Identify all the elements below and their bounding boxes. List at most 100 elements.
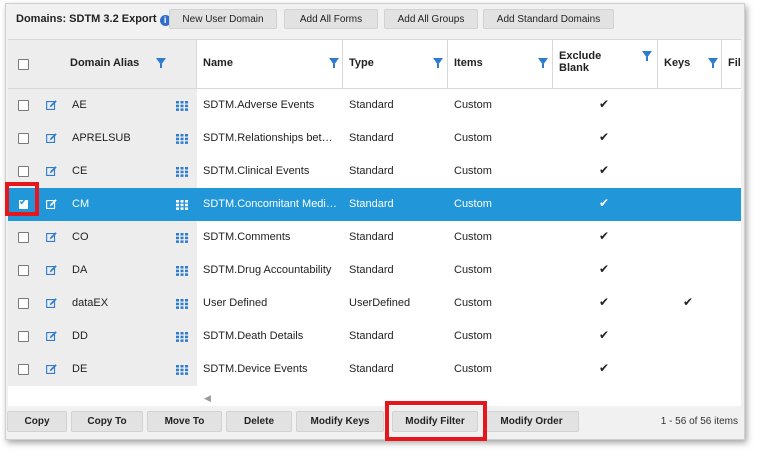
domain-name: SDTM.Drug Accountability xyxy=(203,264,332,276)
alias-filter-icon[interactable] xyxy=(156,58,166,68)
edit-icon[interactable] xyxy=(46,100,57,111)
grid-icon[interactable] xyxy=(176,266,188,276)
checkbox-highlight-box xyxy=(5,182,39,216)
row-checkbox[interactable] xyxy=(18,331,29,342)
row-checkbox[interactable] xyxy=(18,133,29,144)
domain-type: Standard xyxy=(349,330,394,342)
row-checkbox[interactable] xyxy=(18,232,29,243)
table-row[interactable]: CE SDTM.Clinical Events Standard Custom ✔ xyxy=(8,155,741,188)
keys-check-icon: ✔ xyxy=(683,295,694,309)
edit-icon[interactable] xyxy=(46,298,57,309)
row-checkbox[interactable] xyxy=(18,100,29,111)
table-row[interactable]: DD SDTM.Death Details Standard Custom ✔ xyxy=(8,320,741,353)
domain-items: Custom xyxy=(454,330,492,342)
header-keys[interactable]: Keys xyxy=(658,40,722,88)
delete-button[interactable]: Delete xyxy=(226,411,292,432)
edit-icon[interactable] xyxy=(46,199,57,210)
grid-icon[interactable] xyxy=(176,134,188,144)
select-all-checkbox[interactable] xyxy=(18,59,29,70)
type-filter-icon[interactable] xyxy=(433,58,443,68)
domain-items: Custom xyxy=(454,132,492,144)
modify-order-button[interactable]: Modify Order xyxy=(484,411,579,432)
edit-icon[interactable] xyxy=(46,364,57,375)
edit-icon[interactable] xyxy=(46,232,57,243)
exclude-blank-check-icon: ✔ xyxy=(599,361,610,375)
add-standard-domains-button[interactable]: Add Standard Domains xyxy=(483,9,614,29)
exclude-filter-icon[interactable] xyxy=(642,51,652,61)
domain-alias: DD xyxy=(72,330,88,342)
domain-name: SDTM.Clinical Events xyxy=(203,165,310,177)
domain-items: Custom xyxy=(454,264,492,276)
domain-alias: dataEX xyxy=(72,297,109,309)
row-checkbox[interactable] xyxy=(18,364,29,375)
copy-to-button[interactable]: Copy To xyxy=(71,411,143,432)
header-items[interactable]: Items xyxy=(448,40,553,88)
row-checkbox[interactable] xyxy=(18,298,29,309)
grid-header: Domain Alias Name Type Items Exclude Blan… xyxy=(8,40,741,89)
copy-button[interactable]: Copy xyxy=(7,411,67,432)
horizontal-scrollbar[interactable]: ◀ xyxy=(8,392,741,406)
domain-alias: APRELSUB xyxy=(72,132,131,144)
name-filter-icon[interactable] xyxy=(329,58,339,68)
domain-name: SDTM.Concomitant Medi… xyxy=(203,198,337,210)
new-user-domain-button[interactable]: New User Domain xyxy=(169,9,277,29)
domain-items: Custom xyxy=(454,99,492,111)
domain-alias: CM xyxy=(72,198,90,210)
exclude-blank-check-icon: ✔ xyxy=(599,130,610,144)
table-row[interactable]: DE SDTM.Device Events Standard Custom ✔ xyxy=(8,353,741,386)
table-row[interactable]: CO SDTM.Comments Standard Custom ✔ xyxy=(8,221,741,254)
domain-type: Standard xyxy=(349,132,394,144)
edit-icon[interactable] xyxy=(46,133,57,144)
grid-icon[interactable] xyxy=(176,200,188,210)
panel-title: Domains: SDTM 3.2 Export i xyxy=(16,13,171,26)
modify-keys-button[interactable]: Modify Keys xyxy=(296,411,384,432)
modify-filter-highlight-box xyxy=(385,401,487,441)
domain-alias: CE xyxy=(72,165,88,177)
grid-icon[interactable] xyxy=(176,299,188,309)
table-row[interactable]: AE SDTM.Adverse Events Standard Custom ✔ xyxy=(8,89,741,122)
scroll-left-icon[interactable]: ◀ xyxy=(204,393,211,404)
domain-items: Custom xyxy=(454,165,492,177)
grid-icon[interactable] xyxy=(176,365,188,375)
exclude-blank-check-icon: ✔ xyxy=(599,97,610,111)
table-row[interactable]: dataEX User Defined UserDefined Custom ✔ ✔ xyxy=(8,287,741,320)
domain-type: Standard xyxy=(349,99,394,111)
table-row[interactable]: ✔ CM SDTM.Concomitant Medi… Standard Custom ✔ xyxy=(8,188,741,221)
domain-type: Standard xyxy=(349,264,394,276)
edit-icon[interactable] xyxy=(46,166,57,177)
edit-icon[interactable] xyxy=(46,331,57,342)
item-count: 1 - 56 of 56 items xyxy=(660,416,738,427)
items-filter-icon[interactable] xyxy=(538,58,548,68)
domain-name: SDTM.Death Details xyxy=(203,330,304,342)
add-all-forms-button[interactable]: Add All Forms xyxy=(284,9,378,29)
header-filter[interactable]: Fil xyxy=(722,40,741,88)
keys-filter-icon[interactable] xyxy=(708,58,718,68)
header-name[interactable]: Name xyxy=(197,40,343,88)
domain-items: Custom xyxy=(454,231,492,243)
grid-icon[interactable] xyxy=(176,233,188,243)
row-checkbox[interactable] xyxy=(18,166,29,177)
domain-items: Custom xyxy=(454,297,492,309)
grid-icon[interactable] xyxy=(176,332,188,342)
table-row[interactable]: DA SDTM.Drug Accountability Standard Custom… xyxy=(8,254,741,287)
grid-icon[interactable] xyxy=(176,101,188,111)
grid-icon[interactable] xyxy=(176,167,188,177)
domain-name: SDTM.Comments xyxy=(203,231,291,243)
add-all-groups-button[interactable]: Add All Groups xyxy=(384,9,478,29)
domains-panel: Domains: SDTM 3.2 Export i New User Domai… xyxy=(5,3,745,440)
row-checkbox[interactable] xyxy=(18,265,29,276)
header-domain-alias[interactable]: Domain Alias xyxy=(70,57,139,69)
exclude-blank-check-icon: ✔ xyxy=(599,295,610,309)
domains-grid: Domain Alias Name Type Items Exclude Blan… xyxy=(8,39,741,392)
header-exclude-blank[interactable]: Exclude Blank xyxy=(553,40,658,88)
exclude-blank-check-icon: ✔ xyxy=(599,196,610,210)
domain-type: Standard xyxy=(349,231,394,243)
table-row[interactable]: APRELSUB SDTM.Relationships betw… Standard… xyxy=(8,122,741,155)
domain-alias: CO xyxy=(72,231,89,243)
move-to-button[interactable]: Move To xyxy=(147,411,222,432)
header-type[interactable]: Type xyxy=(343,40,448,88)
exclude-blank-check-icon: ✔ xyxy=(599,262,610,276)
domain-alias: DE xyxy=(72,363,88,375)
edit-icon[interactable] xyxy=(46,265,57,276)
domain-name: SDTM.Relationships betw… xyxy=(203,132,339,144)
